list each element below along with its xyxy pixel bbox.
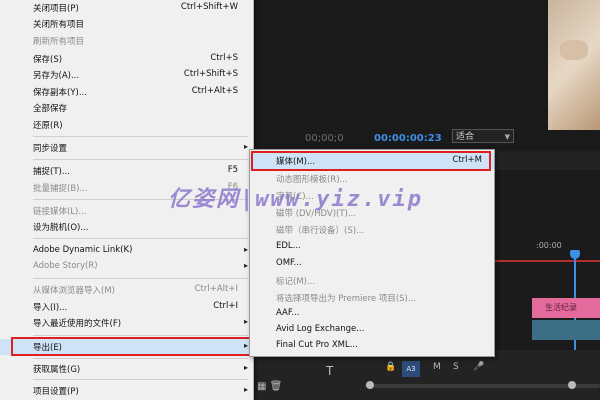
monitor-preview-image (548, 0, 600, 130)
menu-item-save[interactable]: 保存(S) Ctrl+S (0, 51, 253, 67)
menu-separator (33, 159, 248, 160)
chevron-right-icon: ▸ (243, 245, 248, 254)
lock-icon[interactable]: 🔒 (385, 362, 396, 372)
watermark-text: 亿姿网|www.yiz.vip (168, 187, 423, 212)
timeline-scrollbar[interactable] (365, 384, 600, 388)
menu-item-refresh-all-projects: 刷新所有项目 (33, 37, 85, 47)
chevron-down-icon: ▼ (504, 133, 510, 141)
solo-icon[interactable]: S (453, 362, 459, 372)
submenu-item-omf[interactable]: OMF... (250, 256, 494, 272)
media-highlight-box (251, 151, 491, 171)
video-clip[interactable]: 生活纪录 (532, 298, 600, 318)
source-timecode: 00;00;0 (305, 133, 344, 144)
submenu-item-edl[interactable]: EDL... (250, 239, 494, 255)
scroll-handle-right[interactable] (568, 381, 576, 389)
clip-label: 生活纪录 (545, 303, 577, 312)
chevron-right-icon: ▸ (243, 385, 248, 394)
menu-item-capture[interactable]: 捕捉(T)... F5 (0, 163, 253, 179)
menu-item-close-project[interactable]: 关闭项目(P) Ctrl+Shift+W (0, 0, 253, 16)
submenu-item-final-cut-pro-xml[interactable]: Final Cut Pro XML... (250, 338, 494, 354)
scroll-handle-left[interactable] (366, 381, 374, 389)
menu-item-close-all-projects[interactable]: 关闭所有项目 (0, 16, 253, 32)
menu-separator (33, 238, 248, 239)
fit-select-value: 适合 (456, 132, 475, 142)
current-timecode[interactable]: 00:00:00:23 (374, 133, 442, 144)
menu-item-revert[interactable]: 还原(R) (0, 117, 253, 133)
mute-icon[interactable]: M (433, 362, 441, 372)
menu-item-get-properties[interactable]: 获取属性(G) ▸ (0, 361, 253, 377)
menu-separator (33, 335, 248, 336)
chevron-right-icon: ▸ (243, 317, 248, 326)
menu-item-sync-settings[interactable]: 同步设置 ▸ (0, 140, 253, 156)
menu-separator (33, 278, 248, 279)
submenu-item-export-selection-premiere: 将选择项导出为 Premiere 项目(S)... (276, 294, 416, 304)
submenu-item-avid-log-exchange[interactable]: Avid Log Exchange... (250, 322, 494, 338)
mic-icon[interactable]: 🎤 (473, 362, 484, 372)
menu-item-save-as[interactable]: 另存为(A)... Ctrl+Shift+S (0, 67, 253, 83)
export-highlight-box (11, 337, 252, 356)
monitor-toolbar (493, 152, 600, 170)
submenu-item-markers: 标记(M)... (276, 277, 316, 287)
menu-separator (33, 358, 248, 359)
fit-zoom-select[interactable]: 适合 ▼ (452, 129, 514, 143)
audio-clip[interactable] (532, 320, 600, 340)
menu-item-import-from-media-browser: 从媒体浏览器导入(M) Ctrl+Alt+I (33, 284, 238, 296)
menu-separator (33, 379, 248, 380)
trash-icon[interactable]: ▦ 🗑 (257, 381, 282, 392)
menu-item-dynamic-link[interactable]: Adobe Dynamic Link(K) ▸ (0, 243, 253, 259)
timeline-toolbar: T 🔒 M S 🎤 (255, 350, 600, 400)
timeline-ruler-label: :00:00 (536, 241, 562, 250)
menu-item-import[interactable]: 导入(I)... Ctrl+I (0, 299, 253, 315)
chevron-right-icon: ▸ (243, 363, 248, 372)
submenu-item-aaf[interactable]: AAF... (250, 306, 494, 322)
menu-separator (33, 136, 248, 137)
menu-item-save-all[interactable]: 全部保存 (0, 100, 253, 116)
chevron-right-icon: ▸ (243, 261, 248, 270)
menu-item-project-settings[interactable]: 项目设置(P) ▸ (0, 383, 253, 399)
chevron-right-icon: ▸ (243, 142, 248, 151)
menu-item-save-copy[interactable]: 保存副本(Y)... Ctrl+Alt+S (0, 84, 253, 100)
menu-item-adobe-story: Adobe Story(R) ▸ (33, 261, 248, 271)
type-tool-icon[interactable]: T (326, 364, 333, 378)
menu-item-make-offline[interactable]: 设为脱机(O)... (0, 219, 253, 235)
submenu-item-tape-serial: 磁带（串行设备）(S)... (276, 226, 365, 236)
track-target-a3[interactable]: A3 (402, 361, 420, 377)
work-area-bar (493, 260, 600, 262)
menu-item-import-recent[interactable]: 导入最近使用的文件(F) ▸ (0, 315, 253, 331)
